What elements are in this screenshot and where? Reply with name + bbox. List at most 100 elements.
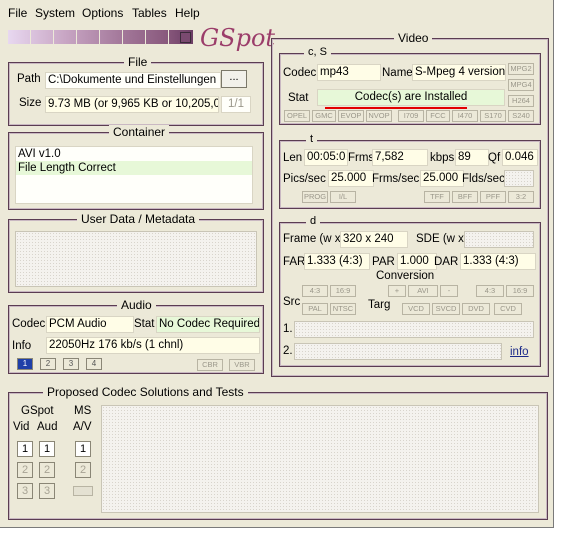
audio-stat-label: Stat (134, 318, 155, 330)
video-stat-label: Stat (288, 92, 309, 104)
qf-label: Qf (488, 152, 501, 164)
container-group: Container AVI v1.0 File Length Correct (8, 125, 264, 210)
audio-track-3[interactable]: 3 (63, 358, 79, 370)
line2-label: 2. (283, 345, 293, 357)
video-codec-label: Codec (283, 67, 317, 79)
proposed-group: Proposed Codec Solutions and Tests GSpot… (8, 385, 548, 520)
flds-label: Flds/sec (462, 173, 505, 185)
vid-test-2[interactable]: 2 (17, 462, 33, 478)
sde-field (464, 231, 534, 248)
targ-43-button[interactable]: 4:3 (476, 285, 504, 297)
pulldown-flag: 3:2 (508, 191, 534, 203)
timing-subgroup: t Len 00:05:0 Frms 7,582 kbps 89 Qf 0.04… (279, 133, 541, 209)
fcc-flag: FCC (426, 110, 450, 122)
vid-test-1[interactable]: 1 (17, 441, 33, 457)
path-field[interactable]: C:\Dokumente und Einstellungen (45, 72, 221, 89)
line1-label: 1. (283, 323, 293, 335)
targ-cvd-button[interactable]: CVD (494, 303, 522, 315)
video-codec-field: mp43 (317, 64, 381, 81)
sde-label: SDE (w x (416, 233, 464, 245)
gspot-label: GSpot (21, 405, 54, 417)
src-ntsc-button[interactable]: NTSC (330, 303, 356, 315)
menu-file[interactable]: File (8, 6, 27, 20)
line1-field (294, 321, 534, 338)
aud-label: Aud (37, 421, 58, 433)
userdata-area[interactable] (15, 231, 257, 287)
audio-codec-label: Codec (12, 318, 46, 330)
browse-button[interactable]: ... (221, 70, 247, 88)
audio-track-1[interactable]: 1 (17, 358, 33, 370)
audio-info-field: 22050Hz 176 kb/s (1 chnl) (46, 337, 260, 354)
gspot-logo: GSpot (200, 24, 276, 52)
av-test-1[interactable]: 1 (75, 441, 91, 457)
line2-field (294, 343, 502, 360)
dar-field: 1.333 (4:3) (460, 253, 536, 270)
page-indicator: 1/1 (221, 96, 251, 113)
container-list[interactable]: AVI v1.0 File Length Correct (15, 146, 253, 204)
menu-tables[interactable]: Tables (132, 6, 167, 20)
vbr-flag: VBR (229, 359, 255, 371)
src-169-button[interactable]: 16:9 (330, 285, 356, 297)
vid-test-3[interactable]: 3 (17, 483, 33, 499)
vid-label: Vid (13, 421, 30, 433)
aud-test-1[interactable]: 1 (39, 441, 55, 457)
proposed-results-area[interactable] (101, 405, 539, 513)
video-stat-field: Codec(s) are Installed (317, 89, 505, 106)
kbps-field: 89 (455, 149, 489, 166)
targ-svcd-button[interactable]: SVCD (432, 303, 460, 315)
list-item[interactable]: AVI v1.0 (16, 147, 252, 161)
par-field: 1.000 (397, 253, 437, 270)
container-legend: Container (109, 125, 170, 139)
audio-legend: Audio (117, 298, 156, 312)
targ-vcd-button[interactable]: VCD (402, 303, 430, 315)
pics-field: 25.000 (328, 170, 374, 187)
audio-info-label: Info (12, 340, 32, 352)
proposed-legend: Proposed Codec Solutions and Tests (43, 385, 248, 399)
video-group: Video c, S Codec mp43 Name S-Mpeg 4 vers… (271, 31, 549, 377)
mpg4-flag: MPG4 (508, 79, 534, 91)
av-label: A/V (73, 421, 92, 433)
pff-flag: PFF (480, 191, 506, 203)
i709-flag: I709 (398, 110, 424, 122)
bff-flag: BFF (452, 191, 478, 203)
audio-codec-field: PCM Audio (46, 316, 134, 333)
userdata-group: User Data / Metadata (8, 212, 264, 293)
h264-flag: H264 (508, 95, 534, 107)
targ-dvd-button[interactable]: DVD (462, 303, 490, 315)
aud-test-3[interactable]: 3 (39, 483, 55, 499)
flds-field (504, 170, 534, 187)
targ-minus-button[interactable]: - (440, 285, 458, 297)
evop-flag: EVOP (338, 110, 364, 122)
conversion-label: Conversion (376, 270, 435, 282)
frms-label: Frms (348, 152, 375, 164)
color-strip (8, 30, 193, 44)
audio-track-4[interactable]: 4 (86, 358, 102, 370)
av-test-2[interactable]: 2 (75, 462, 91, 478)
aud-test-2[interactable]: 2 (39, 462, 55, 478)
av-test-3[interactable] (73, 486, 93, 496)
opel-flag: OPEL (284, 110, 310, 122)
src-pal-button[interactable]: PAL (302, 303, 328, 315)
menu-options[interactable]: Options (82, 6, 123, 20)
targ-avi-button[interactable]: AVI (408, 285, 438, 297)
info-link[interactable]: info (510, 346, 529, 358)
ms-label: MS (74, 405, 92, 417)
kbps-label: kbps (430, 152, 455, 164)
menu-help[interactable]: Help (175, 6, 200, 20)
menu-system[interactable]: System (35, 6, 75, 20)
il-flag: I/L (330, 191, 356, 203)
tff-flag: TFF (424, 191, 450, 203)
src-43-button[interactable]: 4:3 (302, 285, 328, 297)
cbr-flag: CBR (197, 359, 223, 371)
s170-flag: S170 (480, 110, 506, 122)
pics-label: Pics/sec (283, 173, 326, 185)
audio-track-2[interactable]: 2 (40, 358, 56, 370)
targ-plus-button[interactable]: + (388, 285, 406, 297)
targ-169-button[interactable]: 16:9 (506, 285, 534, 297)
audio-group: Audio Codec PCM Audio Stat No Codec Requ… (8, 298, 264, 374)
red-underline (325, 107, 467, 109)
targ-label: Targ (368, 299, 391, 311)
list-item[interactable]: File Length Correct (16, 161, 252, 175)
far-label: FAR (283, 256, 306, 268)
i470-flag: I470 (452, 110, 478, 122)
